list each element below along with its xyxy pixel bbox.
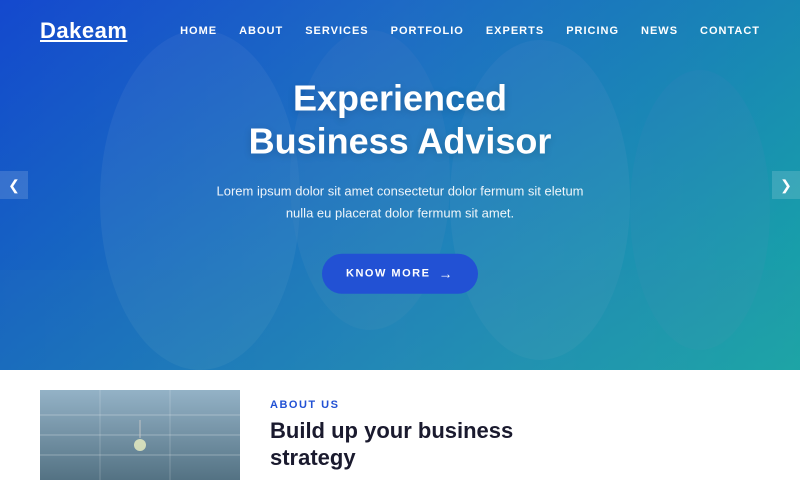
about-text: ABOUT US Build up your businessstrategy bbox=[270, 390, 513, 480]
about-image bbox=[40, 390, 240, 480]
hero-content: ExperiencedBusiness Advisor Lorem ipsum … bbox=[190, 77, 610, 294]
carousel-prev-button[interactable]: ❮ bbox=[0, 171, 28, 199]
nav-pricing[interactable]: PRICING bbox=[566, 25, 619, 37]
arrow-icon: → bbox=[438, 265, 454, 281]
cta-label: KNOW MORE bbox=[346, 267, 430, 279]
about-section: ABOUT US Build up your businessstrategy bbox=[0, 370, 800, 500]
nav-experts[interactable]: EXPERTS bbox=[486, 25, 544, 37]
hero-title: ExperiencedBusiness Advisor bbox=[190, 77, 610, 163]
nav-about[interactable]: ABOUT bbox=[239, 25, 283, 37]
logo[interactable]: Dakeam bbox=[40, 18, 127, 44]
building-illustration bbox=[40, 390, 240, 480]
nav-portfolio[interactable]: PORTFOLIO bbox=[391, 25, 464, 37]
nav-services[interactable]: SERVICES bbox=[305, 25, 368, 37]
hero-description: Lorem ipsum dolor sit amet consectetur d… bbox=[190, 181, 610, 225]
chevron-left-icon: ❮ bbox=[8, 177, 20, 194]
nav: HOME ABOUT SERVICES PORTFOLIO EXPERTS PR… bbox=[180, 25, 760, 37]
nav-home[interactable]: HOME bbox=[180, 25, 217, 37]
nav-news[interactable]: NEWS bbox=[641, 25, 678, 37]
chevron-right-icon: ❯ bbox=[780, 177, 792, 194]
know-more-button[interactable]: KNOW MORE → bbox=[322, 253, 478, 293]
about-title: Build up your businessstrategy bbox=[270, 417, 513, 472]
header: Dakeam HOME ABOUT SERVICES PORTFOLIO EXP… bbox=[0, 0, 800, 62]
carousel-next-button[interactable]: ❯ bbox=[772, 171, 800, 199]
nav-contact[interactable]: CONTACT bbox=[700, 25, 760, 37]
about-label: ABOUT US bbox=[270, 399, 513, 411]
